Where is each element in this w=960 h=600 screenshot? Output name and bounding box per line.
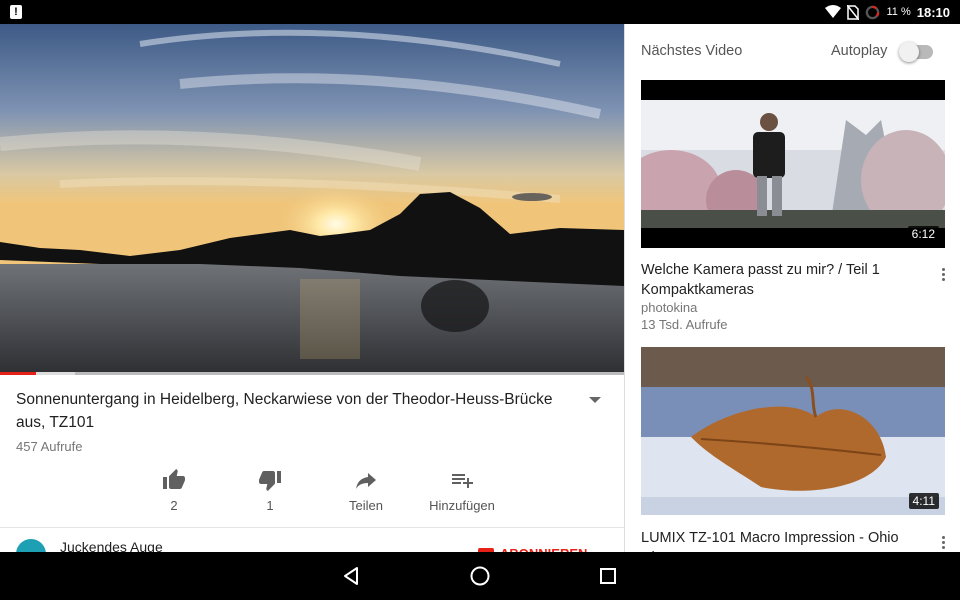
no-sim-icon (847, 4, 860, 20)
status-bar: ! 11 % 18:10 (0, 0, 960, 24)
action-bar: 2 1 Teilen Hinzufügen (126, 468, 510, 513)
video-title[interactable]: Welche Kamera passt zu mir? / Teil 1 Kom… (641, 260, 919, 300)
thumbnail-image (641, 347, 945, 515)
battery-level: 11 % (886, 6, 911, 18)
add-to-playlist-button[interactable]: Hinzufügen (414, 468, 510, 513)
video-frame (0, 24, 624, 374)
clock: 18:10 (916, 4, 950, 20)
up-next-sidebar: Nächstes Video Autoplay 6:12 Welche Kame… (624, 24, 960, 552)
video-title[interactable]: LUMIX TZ-101 Macro Impression - Ohio Cha… (641, 528, 919, 552)
recents-icon[interactable] (596, 564, 620, 588)
battery-ring-icon (866, 5, 880, 19)
toggle-knob (899, 42, 919, 62)
more-options-icon[interactable] (941, 268, 945, 281)
thumbnail-image (641, 80, 945, 248)
share-label: Teilen (349, 498, 383, 513)
video-duration: 6:12 (907, 226, 939, 242)
add-label: Hinzufügen (429, 498, 495, 513)
video-player[interactable] (0, 24, 624, 374)
wifi-icon (825, 5, 842, 18)
more-options-icon[interactable] (941, 536, 945, 549)
view-count: 457 Aufrufe (16, 439, 83, 454)
progress-fill (0, 372, 36, 375)
home-icon[interactable] (468, 564, 492, 588)
dislike-button[interactable]: 1 (222, 468, 318, 513)
thumbs-up-icon (163, 469, 185, 489)
video-thumbnail[interactable]: 4:11 (641, 347, 945, 515)
thumbs-down-icon (259, 471, 281, 491)
dislike-count: 1 (266, 498, 274, 513)
share-button[interactable]: Teilen (318, 468, 414, 513)
autoplay-label: Autoplay (831, 43, 888, 59)
autoplay-toggle[interactable] (899, 42, 933, 62)
expand-chevron-icon[interactable] (586, 394, 604, 406)
back-icon[interactable] (340, 564, 364, 588)
share-arrow-icon (356, 473, 376, 489)
alert-icon: ! (10, 5, 22, 19)
status-icons: 11 % 18:10 (825, 0, 950, 24)
video-thumbnail[interactable]: 6:12 (641, 80, 945, 248)
like-count: 2 (170, 498, 178, 513)
video-channel: photokina (641, 300, 698, 315)
progress-bar[interactable] (0, 372, 624, 375)
divider (0, 527, 624, 528)
playlist-add-icon (452, 474, 473, 488)
video-info: Sonnenuntergang in Heidelberg, Neckarwie… (0, 376, 624, 569)
navigation-bar (0, 552, 960, 600)
video-views: 13 Tsd. Aufrufe (641, 317, 728, 332)
video-duration: 4:11 (908, 493, 939, 509)
up-next-heading: Nächstes Video (641, 43, 743, 59)
video-title: Sonnenuntergang in Heidelberg, Neckarwie… (16, 391, 553, 431)
like-button[interactable]: 2 (126, 468, 222, 513)
